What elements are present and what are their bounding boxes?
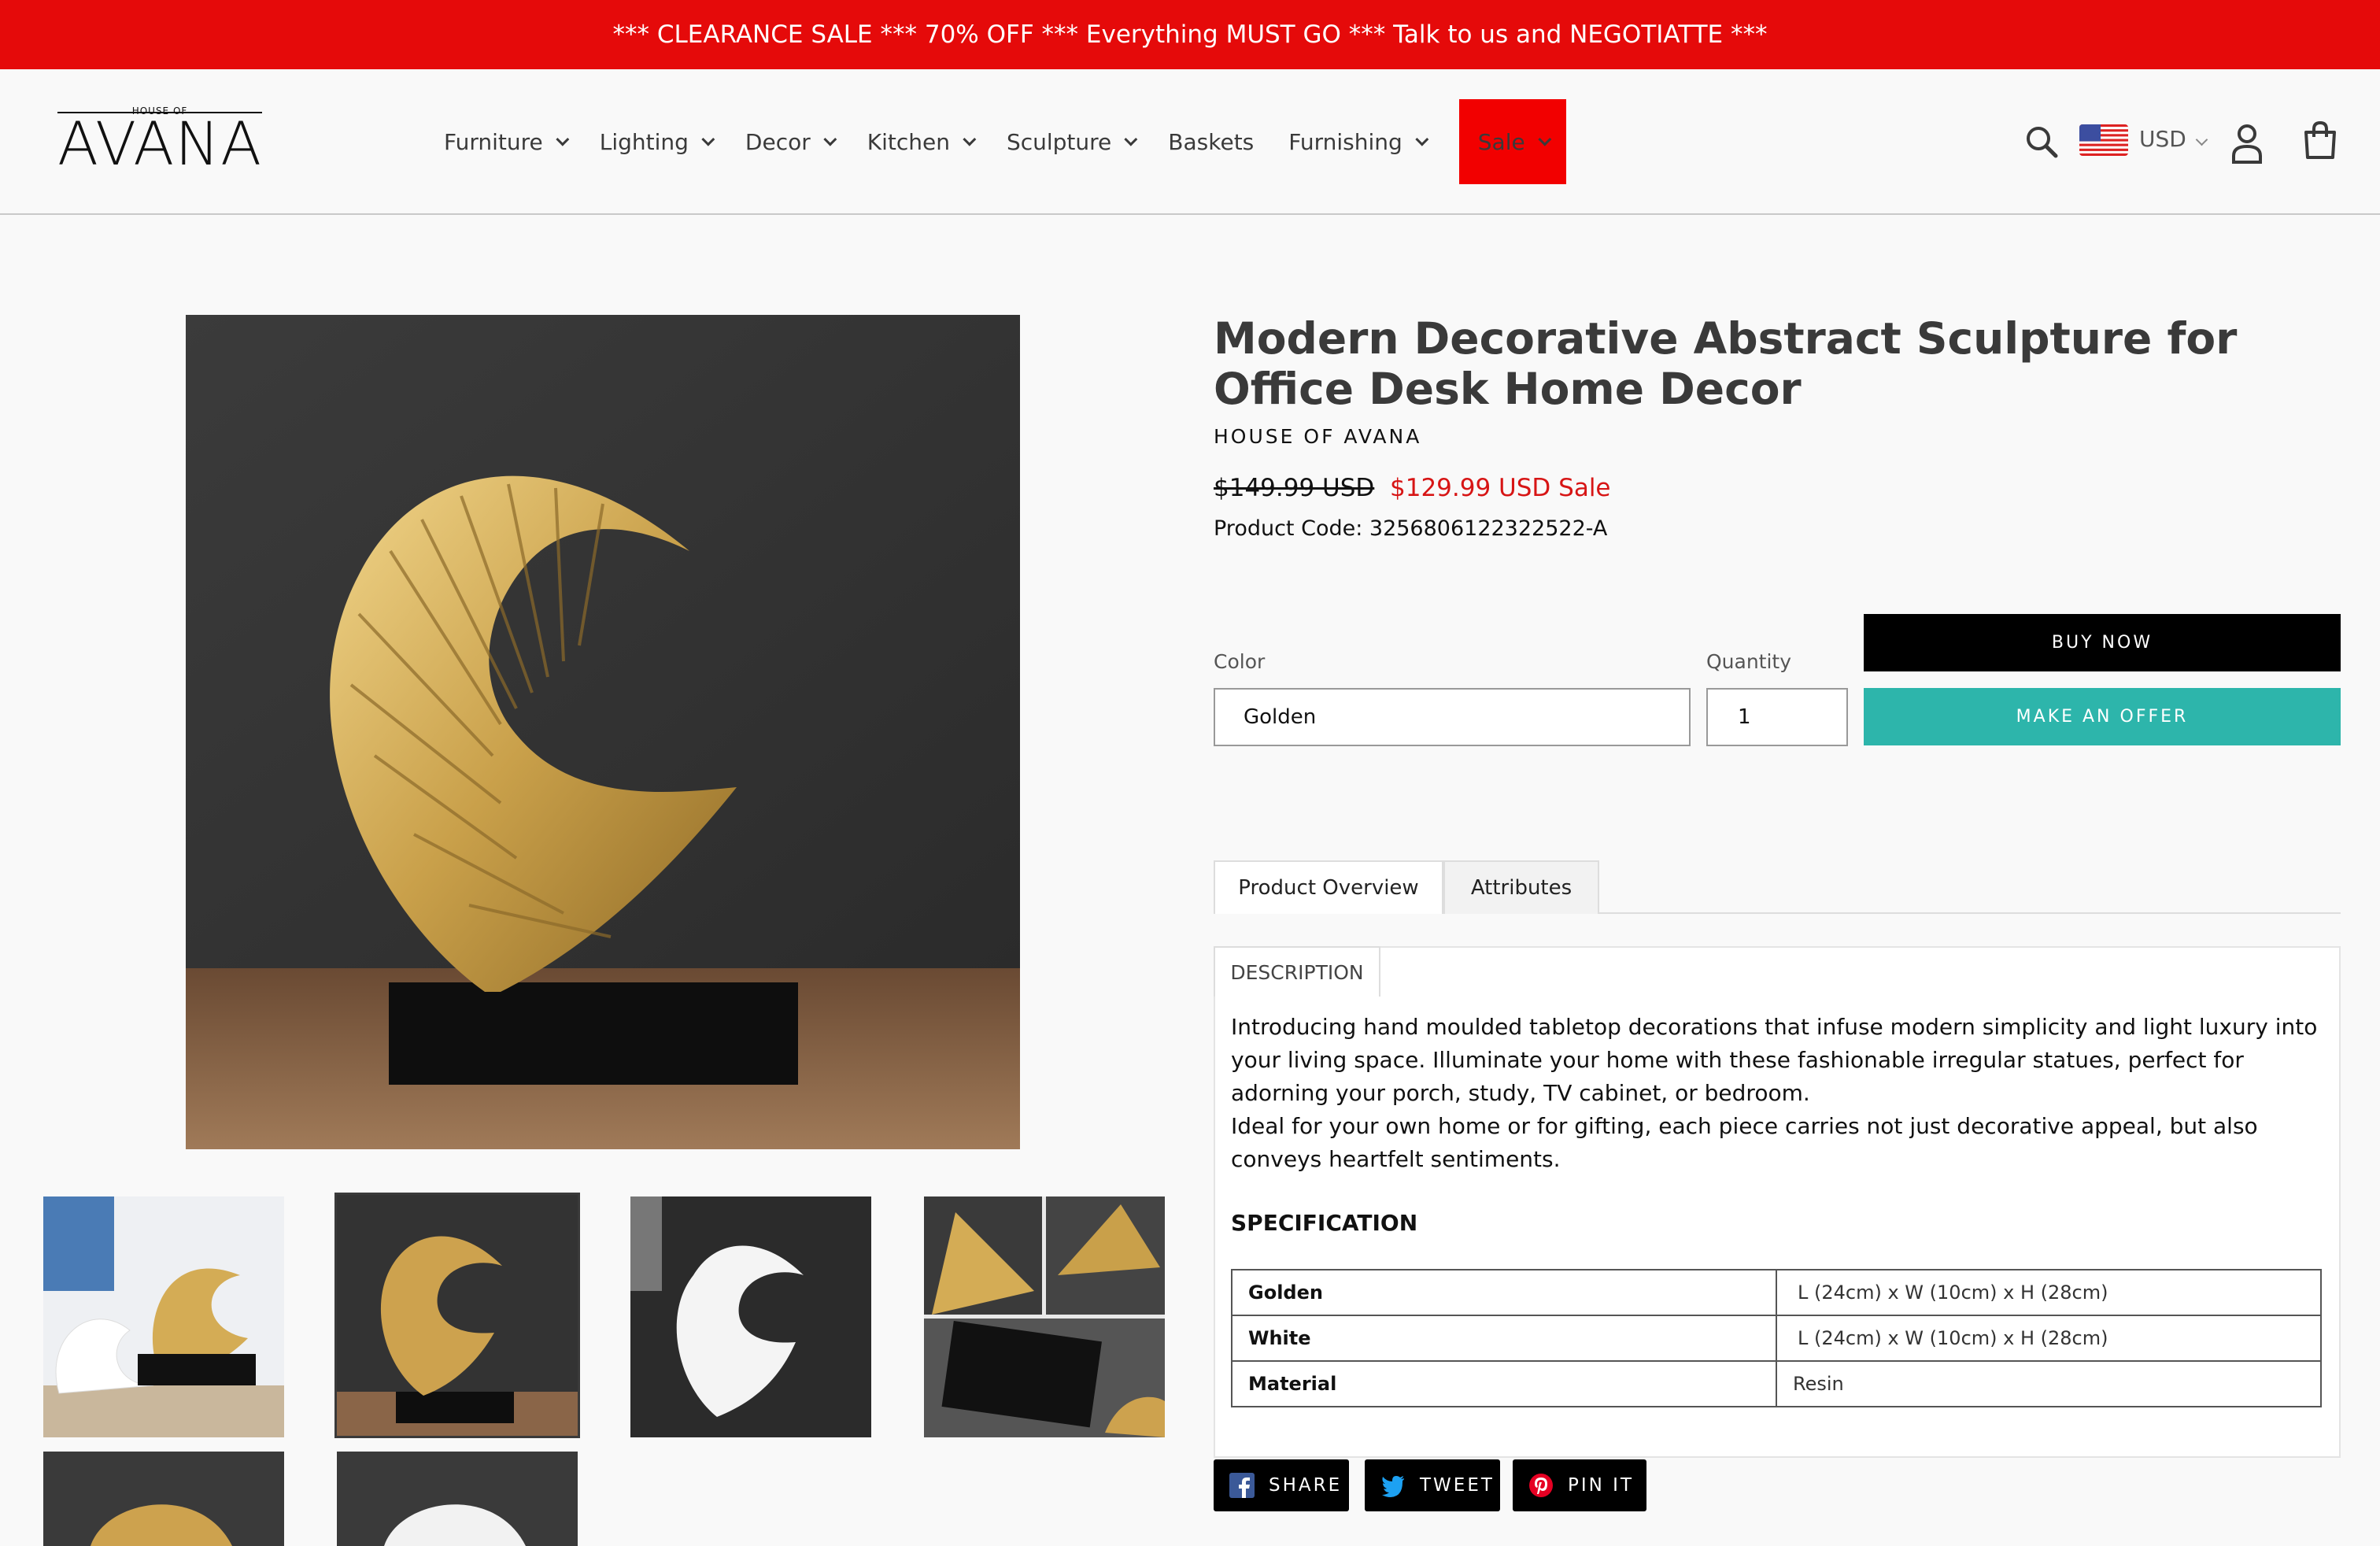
spec-key: Material [1231, 1360, 1777, 1407]
site-header: HOUSE OF AVANA Furniture Lighting Decor … [0, 69, 2380, 215]
search-icon[interactable] [2024, 124, 2059, 159]
nav-label: Furniture [444, 128, 543, 155]
pinterest-icon [1529, 1474, 1553, 1497]
thumbnail-image [43, 1196, 284, 1437]
nav-item-sculpture[interactable]: Sculpture [989, 99, 1151, 184]
quantity-label: Quantity [1706, 650, 1792, 673]
chevron-down-icon [1415, 132, 1429, 146]
color-select[interactable]: Golden [1214, 688, 1691, 746]
product-thumbnail[interactable] [924, 1196, 1165, 1437]
product-thumbnail[interactable] [43, 1452, 284, 1546]
product-code: Product Code: 3256806122322522-A [1214, 516, 1608, 541]
spec-value: Resin [1776, 1360, 2322, 1407]
chevron-down-icon [1124, 132, 1138, 146]
color-select-value: Golden [1244, 705, 1317, 729]
description-text: Introducing hand moulded tabletop decora… [1231, 1011, 2333, 1176]
nav-item-baskets[interactable]: Baskets [1151, 99, 1271, 184]
product-thumbnail-active[interactable] [334, 1193, 580, 1438]
nav-item-kitchen[interactable]: Kitchen [850, 99, 989, 184]
product-title: Modern Decorative Abstract Sculpture for… [1214, 313, 2238, 414]
nav-label: Decor [745, 128, 811, 155]
spec-key: White [1231, 1315, 1777, 1362]
product-vendor: HOUSE OF AVANA [1214, 425, 1422, 448]
nav-label: Lighting [599, 128, 689, 155]
description-tab[interactable]: DESCRIPTION [1214, 946, 1380, 997]
product-thumbnail[interactable] [337, 1452, 578, 1546]
product-thumbnail[interactable] [43, 1196, 284, 1437]
cart-icon[interactable] [2301, 120, 2339, 161]
share-label: TWEET [1420, 1475, 1495, 1496]
product-thumbnail[interactable] [630, 1196, 871, 1437]
main-nav: Furniture Lighting Decor Kitchen Sculptu… [427, 99, 1566, 184]
buy-now-button[interactable]: BUY NOW [1864, 614, 2341, 671]
share-twitter-button[interactable]: TWEET [1365, 1459, 1500, 1511]
account-icon[interactable] [2227, 121, 2267, 164]
regular-price: $149.99 USD [1214, 474, 1375, 502]
thumbnail-image [337, 1195, 578, 1436]
announcement-text: *** CLEARANCE SALE *** 70% OFF *** Every… [612, 20, 1768, 49]
share-label: SHARE [1269, 1475, 1343, 1496]
sculpture-image [186, 315, 1020, 1149]
nav-label: Sale [1477, 128, 1525, 155]
nav-label: Kitchen [867, 128, 950, 155]
table-row: Material Resin [1231, 1360, 2322, 1407]
sale-price: $129.99 USD Sale [1390, 474, 1611, 502]
thumbnail-image [924, 1196, 1165, 1437]
twitter-icon [1382, 1476, 1404, 1497]
thumbnail-image [630, 1196, 871, 1437]
chevron-down-icon [2195, 133, 2208, 146]
table-row: Golden L (24cm) x W (10cm) x H (28cm) [1231, 1269, 2322, 1316]
chevron-down-icon [556, 132, 570, 146]
announcement-bar: *** CLEARANCE SALE *** 70% OFF *** Every… [0, 0, 2380, 69]
share-label: PIN IT [1568, 1475, 1635, 1496]
nav-label: Baskets [1168, 128, 1255, 155]
chevron-down-icon [963, 132, 977, 146]
logo-wordmark: AVANA [57, 109, 263, 179]
thumbnail-image [337, 1452, 578, 1546]
table-row: White L (24cm) x W (10cm) x H (28cm) [1231, 1315, 2322, 1362]
site-logo[interactable]: HOUSE OF AVANA [57, 105, 262, 181]
nav-label: Sculpture [1006, 128, 1112, 155]
specification-table: Golden L (24cm) x W (10cm) x H (28cm) Wh… [1231, 1269, 2322, 1407]
tab-product-overview[interactable]: Product Overview [1214, 860, 1443, 914]
chevron-down-icon [1538, 132, 1552, 146]
make-offer-button[interactable]: MAKE AN OFFER [1864, 688, 2341, 745]
thumbnail-image [43, 1452, 284, 1546]
us-flag-icon[interactable] [2079, 124, 2128, 156]
product-main-image[interactable] [186, 315, 1020, 1149]
share-facebook-button[interactable]: SHARE [1214, 1459, 1349, 1511]
nav-item-furnishing[interactable]: Furnishing [1271, 99, 1442, 184]
facebook-icon [1229, 1473, 1255, 1498]
logo-rule [57, 112, 262, 113]
nav-item-sale[interactable]: Sale [1458, 99, 1566, 184]
spec-key: Golden [1231, 1269, 1777, 1316]
tab-attributes[interactable]: Attributes [1443, 860, 1599, 914]
quantity-input[interactable]: 1 [1706, 688, 1848, 746]
share-pinterest-button[interactable]: PIN IT [1513, 1459, 1646, 1511]
nav-item-lighting[interactable]: Lighting [582, 99, 728, 184]
description-paragraph: Ideal for your own home or for gifting, … [1231, 1113, 2258, 1172]
specification-heading: SPECIFICATION [1231, 1210, 1418, 1236]
chevron-down-icon [701, 132, 715, 146]
color-label: Color [1214, 650, 1266, 673]
spec-value: L (24cm) x W (10cm) x H (28cm) [1776, 1315, 2322, 1362]
currency-selector[interactable]: USD [2139, 126, 2186, 152]
nav-label: Furnishing [1288, 128, 1402, 155]
nav-item-furniture[interactable]: Furniture [427, 99, 582, 184]
chevron-down-icon [823, 132, 837, 146]
nav-item-decor[interactable]: Decor [728, 99, 850, 184]
description-paragraph: Introducing hand moulded tabletop decora… [1231, 1014, 2318, 1106]
spec-value: L (24cm) x W (10cm) x H (28cm) [1776, 1269, 2322, 1316]
quantity-value: 1 [1738, 705, 1751, 729]
